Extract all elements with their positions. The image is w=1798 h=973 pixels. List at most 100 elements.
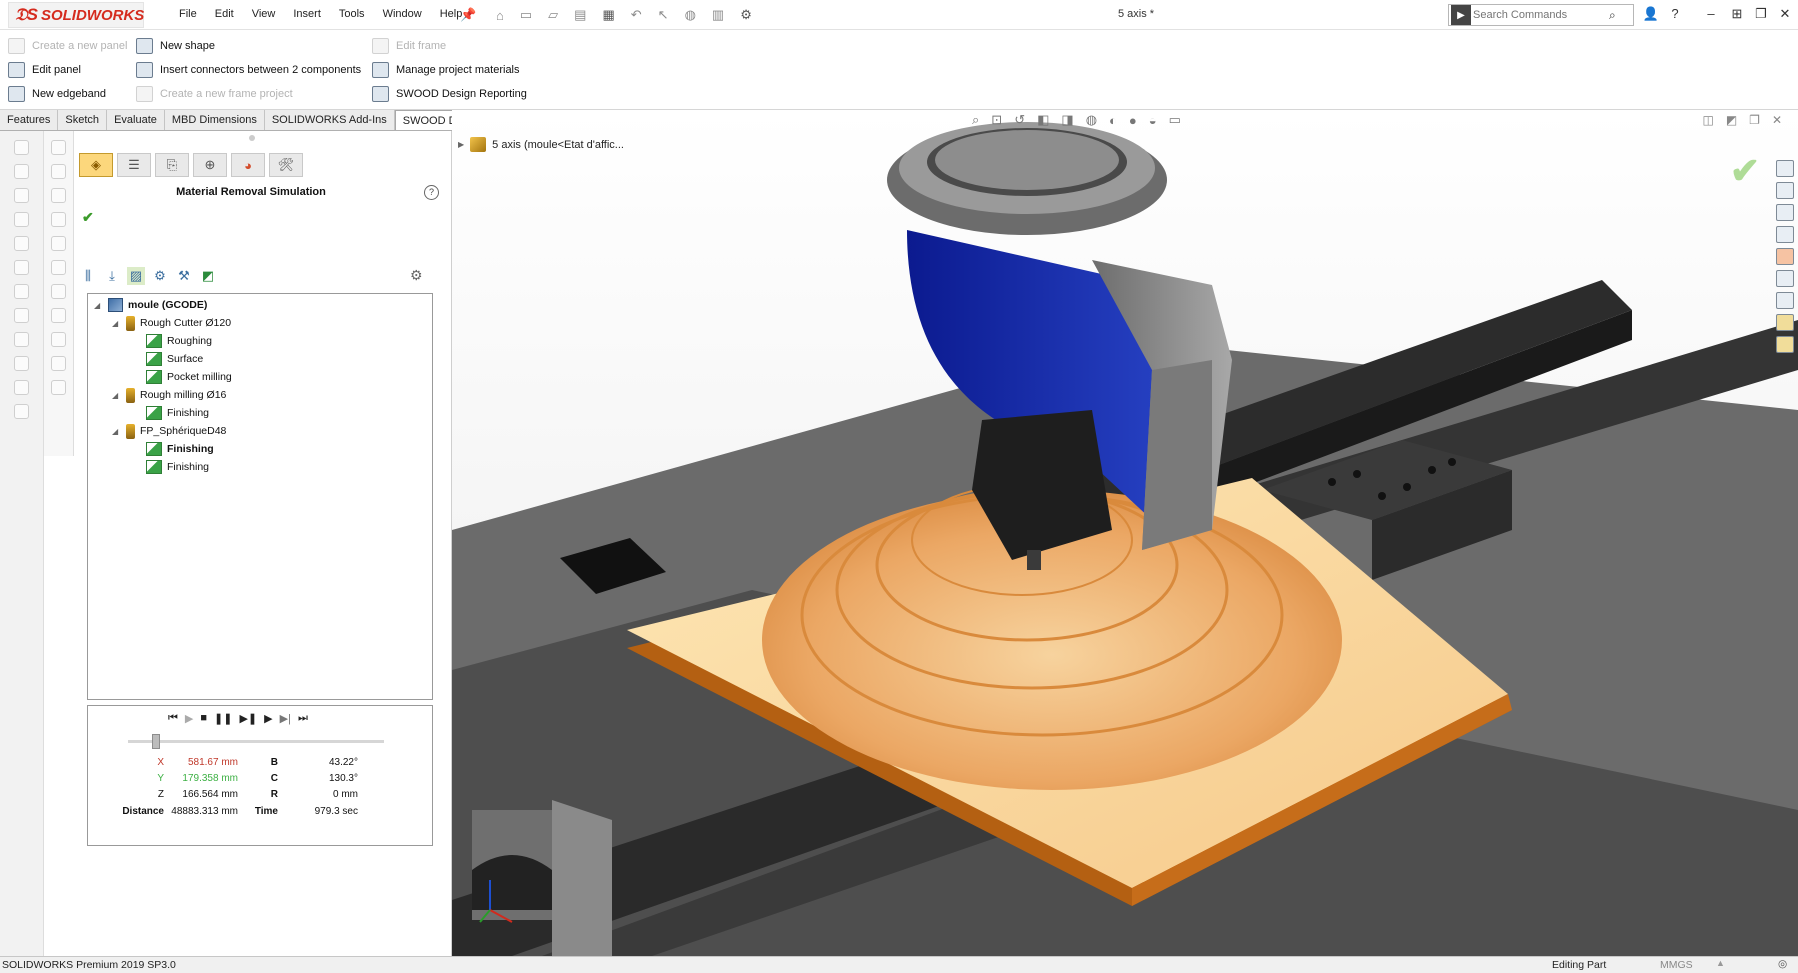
slider-thumb[interactable] [152,734,161,749]
new-edgeband-button[interactable]: New edgeband [8,83,127,105]
minimize-icon[interactable]: – [1700,6,1722,21]
view-orientation-icon[interactable]: ◨ [1061,112,1073,128]
pause-button[interactable]: ❚❚ [214,712,232,725]
forum-icon[interactable] [1776,292,1794,309]
tab-configuration-manager[interactable]: ⎘ [155,153,189,177]
create-panel-button[interactable]: Create a new panel [8,35,127,57]
split-icon[interactable] [51,332,66,347]
options-icon[interactable]: ⚙ [740,7,752,23]
notification-icon[interactable]: ◎ [1778,958,1787,970]
rewind-start-button[interactable]: ⏮ [168,712,178,725]
menu-tools[interactable]: Tools [330,8,374,20]
operation-node[interactable]: Roughing [146,332,212,350]
play-button[interactable]: ▶ [185,712,193,725]
collapse-icon[interactable]: ◢ [94,301,103,310]
columns-icon[interactable]: ⫼ [79,267,97,285]
machine-icon[interactable]: ⚙ [151,267,169,285]
restore-icon[interactable]: ❐ [1750,6,1772,22]
tool-node[interactable]: ◢ FP_SphériqueD48 [112,422,226,440]
play-forward-button[interactable]: ▶ [264,712,272,725]
rib-icon[interactable] [14,332,29,347]
tile-icon[interactable]: ⊞ [1726,6,1748,22]
close-icon[interactable]: ✕ [1774,6,1796,22]
tab-solidworks-addins[interactable]: SOLIDWORKS Add-Ins [265,110,395,130]
sweep-icon[interactable] [14,188,29,203]
graphics-viewport[interactable]: ▶ 5 axis (moule<Etat d'affic... ⌕ ⊡ ↺ ◧ … [452,110,1798,956]
loft-icon[interactable] [14,212,29,227]
stop-button[interactable]: ■ [200,712,207,725]
restore-view-icon[interactable]: ❐ [1749,113,1760,127]
design-reporting-button[interactable]: SWOOD Design Reporting [372,83,527,105]
display-style-icon[interactable]: ◍ [1086,112,1097,128]
tab-feature-manager[interactable]: ◈ [79,153,113,177]
file-explorer-icon[interactable] [1776,226,1794,243]
manage-materials-button[interactable]: Manage project materials [372,59,527,81]
link-view-icon[interactable]: ◩ [1726,113,1737,127]
open-file-icon[interactable]: ▱ [548,7,558,23]
swood-library-icon[interactable] [1776,336,1794,353]
mirror-icon[interactable] [51,212,66,227]
operation-node[interactable]: Finishing [146,404,209,422]
next-button[interactable]: ▶| [280,712,291,725]
search-input[interactable] [1473,9,1603,21]
section-view-icon[interactable]: ◧ [1037,112,1049,128]
rebuild-icon[interactable]: ◍ [685,7,696,23]
undo-icon[interactable]: ↶ [631,7,642,23]
toolbox-icon[interactable] [1776,314,1794,331]
design-library-icon[interactable] [1776,204,1794,221]
search-commands[interactable]: ▶ ⌕ [1448,4,1634,26]
extrude-icon[interactable] [14,140,29,155]
home-task-icon[interactable] [1776,160,1794,177]
tab-dimxpert-manager[interactable]: ⊕ [193,153,227,177]
print-icon[interactable]: ▦ [602,7,614,23]
hide-show-icon[interactable]: ◐ [1109,113,1117,128]
tool-node[interactable]: ◢ Rough milling Ø16 [112,386,226,404]
pattern-icon[interactable] [14,308,29,323]
create-frame-project-button[interactable]: Create a new frame project [136,83,361,105]
operation-node[interactable]: Finishing [146,458,209,476]
settings-gear-icon[interactable]: ⚙ [410,267,423,284]
tab-swood-manager[interactable]: 🛠 [269,153,303,177]
collapse-icon[interactable]: ◢ [112,427,121,436]
move-face-icon[interactable] [51,308,66,323]
tool-node[interactable]: ◢ Rough Cutter Ø120 [112,314,231,332]
expand-icon[interactable]: ▶ [458,140,464,149]
stock-icon[interactable]: ▨ [127,267,145,285]
insert-connectors-button[interactable]: Insert connectors between 2 components [136,59,361,81]
instant3d-icon[interactable] [51,188,66,203]
units-dropdown-icon[interactable]: ▲ [1716,958,1725,968]
help-button[interactable]: ? [424,185,439,200]
search-mode-icon[interactable]: ▶ [1451,5,1471,25]
collapse-icon[interactable]: ◢ [112,319,121,328]
reference-geometry-icon[interactable] [51,140,66,155]
panel-resize-handle[interactable] [249,135,255,141]
dome-icon[interactable] [51,284,66,299]
tab-mbd-dimensions[interactable]: MBD Dimensions [165,110,265,130]
revolve-icon[interactable] [14,164,29,179]
menu-window[interactable]: Window [374,8,431,20]
fillet-icon[interactable] [14,284,29,299]
custom-properties-icon[interactable] [1776,270,1794,287]
flyout-feature-tree[interactable]: ▶ 5 axis (moule<Etat d'affic... [458,137,624,152]
save-icon[interactable]: ▤ [574,7,586,23]
appearances-icon[interactable] [1776,248,1794,265]
close-view-icon[interactable]: ✕ [1772,113,1782,127]
tab-display-manager[interactable]: ◕ [231,153,265,177]
scene-icon[interactable]: ◒ [1149,113,1157,128]
tool-display-icon[interactable]: ⚒ [175,267,193,285]
search-icon[interactable]: ⌕ [1609,8,1616,23]
zoom-area-icon[interactable]: ⊡ [991,112,1002,128]
toolpath-icon[interactable]: ⤓ [103,267,121,285]
tab-property-manager[interactable]: ☰ [117,153,151,177]
new-shape-button[interactable]: New shape [136,35,361,57]
unit-system[interactable]: MMGS [1660,959,1693,971]
view-settings-icon[interactable]: ▭ [1169,112,1181,128]
intersect-icon[interactable] [51,236,66,251]
ok-checkmark-icon[interactable]: ✔ [82,209,94,226]
select-icon[interactable]: ↖ [658,7,669,23]
operation-node[interactable]: Finishing [146,440,214,458]
curves-icon[interactable] [51,164,66,179]
tree-root[interactable]: ◢ moule (GCODE) [94,296,207,314]
menu-view[interactable]: View [243,8,285,20]
step-button[interactable]: ▶❚ [239,712,257,725]
